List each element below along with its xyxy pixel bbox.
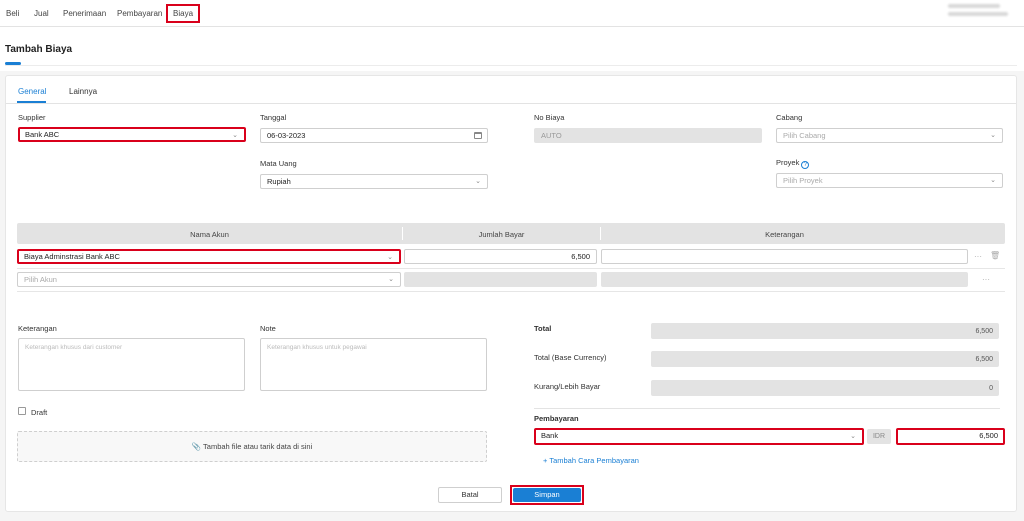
col-nama-akun: Nama Akun xyxy=(190,230,229,239)
total-base-label: Total (Base Currency) xyxy=(534,353,607,362)
tanggal-value: 06-03-2023 xyxy=(267,131,306,140)
chevron-down-icon: ⌄ xyxy=(990,132,996,139)
chevron-down-icon: ⌄ xyxy=(990,177,996,184)
attachment-label: Tambah file atau tarik data di sini xyxy=(203,442,313,451)
attachment-dropzone[interactable]: 📎 Tambah file atau tarik data di sini xyxy=(17,431,487,462)
new-akun-select[interactable]: Pilih Akun ⌄ xyxy=(17,272,401,287)
note-textarea[interactable]: Keterangan khusus untuk pegawai xyxy=(260,338,487,391)
more-icon[interactable]: ··· xyxy=(974,252,982,261)
new-akun-placeholder: Pilih Akun xyxy=(24,275,57,284)
save-button-highlight[interactable]: Simpan xyxy=(510,485,584,505)
supplier-label: Supplier xyxy=(18,113,46,122)
tab-general[interactable]: General xyxy=(18,87,46,96)
chevron-down-icon: ⌄ xyxy=(475,178,481,185)
table-header: Nama Akun Jumlah Bayar Keterangan xyxy=(17,223,1005,244)
note-label: Note xyxy=(260,324,276,333)
add-payment-link[interactable]: + Tambah Cara Pembayaran xyxy=(543,456,639,465)
kurang-lebih-value: 0 xyxy=(651,380,999,396)
proyek-select[interactable]: Pilih Proyek ⌄ xyxy=(776,173,1003,188)
keterangan-label: Keterangan xyxy=(18,324,57,333)
supplier-value: Bank ABC xyxy=(25,130,60,139)
chevron-down-icon: ⌄ xyxy=(232,132,238,139)
chevron-down-icon: ⌄ xyxy=(850,433,856,440)
nav-jual[interactable]: Jual xyxy=(30,7,53,20)
calendar-icon[interactable] xyxy=(474,132,482,139)
nav-penerimaan[interactable]: Penerimaan xyxy=(59,7,110,20)
mata-uang-label: Mata Uang xyxy=(260,159,297,168)
col-jumlah-bayar: Jumlah Bayar xyxy=(478,230,525,239)
form-card: General Lainnya Supplier Bank ABC ⌄ Tang… xyxy=(5,75,1017,512)
supplier-select[interactable]: Bank ABC ⌄ xyxy=(18,127,246,142)
no-biaya-value: AUTO xyxy=(541,131,562,140)
kurang-lebih-label: Kurang/Lebih Bayar xyxy=(534,382,601,391)
total-base-value: 6,500 xyxy=(651,351,999,367)
tanggal-input[interactable]: 06-03-2023 xyxy=(260,128,488,143)
cabang-label: Cabang xyxy=(776,113,803,122)
payment-amount-input[interactable]: 6,500 xyxy=(896,428,1005,445)
proyek-label-text: Proyek xyxy=(776,158,800,167)
save-button[interactable]: Simpan xyxy=(513,488,581,502)
draft-label: Draft xyxy=(31,408,48,417)
cabang-placeholder: Pilih Cabang xyxy=(783,131,826,140)
akun-value: Biaya Adminstrasi Bank ABC xyxy=(24,252,120,261)
new-keterangan-field xyxy=(601,272,968,287)
more-icon[interactable]: ··· xyxy=(982,275,990,284)
total-value: 6,500 xyxy=(651,323,999,339)
nav-pembayaran[interactable]: Pembayaran xyxy=(113,7,166,20)
cabang-select[interactable]: Pilih Cabang ⌄ xyxy=(776,128,1003,143)
user-menu[interactable] xyxy=(948,4,1012,20)
payment-amount-value: 6,500 xyxy=(979,431,998,440)
draft-checkbox[interactable] xyxy=(18,407,26,415)
new-jumlah-field xyxy=(404,272,597,287)
keterangan-row-input[interactable] xyxy=(601,249,968,264)
cancel-button[interactable]: Batal xyxy=(438,487,502,503)
nav-biaya[interactable]: Biaya xyxy=(166,4,201,23)
no-biaya-label: No Biaya xyxy=(534,113,565,122)
chevron-down-icon: ⌄ xyxy=(387,254,393,261)
top-nav: Beli Jual Penerimaan Pembayaran Biaya xyxy=(0,0,1024,27)
proyek-label: Proyek? xyxy=(776,158,810,169)
jumlah-bayar-value: 6,500 xyxy=(571,252,590,261)
trash-icon[interactable]: 🗑 xyxy=(990,251,1000,260)
no-biaya-field: AUTO xyxy=(534,128,762,143)
jumlah-bayar-input[interactable]: 6,500 xyxy=(404,249,597,264)
tab-divider xyxy=(6,103,1016,104)
nav-beli[interactable]: Beli xyxy=(2,7,23,20)
col-keterangan: Keterangan xyxy=(765,230,804,239)
payment-method-value: Bank xyxy=(541,431,559,440)
mata-uang-select[interactable]: Rupiah ⌄ xyxy=(260,174,488,189)
header-divider xyxy=(5,65,1017,66)
total-label: Total xyxy=(534,324,552,333)
paperclip-icon: 📎 xyxy=(191,442,202,451)
page-header: Tambah Biaya xyxy=(0,27,1024,71)
akun-select[interactable]: Biaya Adminstrasi Bank ABC ⌄ xyxy=(17,249,401,264)
mata-uang-value: Rupiah xyxy=(267,177,291,186)
page-title: Tambah Biaya xyxy=(5,44,73,55)
payment-method-select[interactable]: Bank ⌄ xyxy=(534,428,864,445)
help-icon[interactable]: ? xyxy=(801,161,810,169)
keterangan-textarea[interactable]: Keterangan khusus dari customer xyxy=(18,338,245,391)
tab-lainnya[interactable]: Lainnya xyxy=(69,87,97,96)
currency-badge: IDR xyxy=(867,429,891,444)
chevron-down-icon: ⌄ xyxy=(388,276,394,283)
pembayaran-label: Pembayaran xyxy=(534,414,579,423)
tanggal-label: Tanggal xyxy=(260,113,287,122)
proyek-placeholder: Pilih Proyek xyxy=(783,176,823,185)
